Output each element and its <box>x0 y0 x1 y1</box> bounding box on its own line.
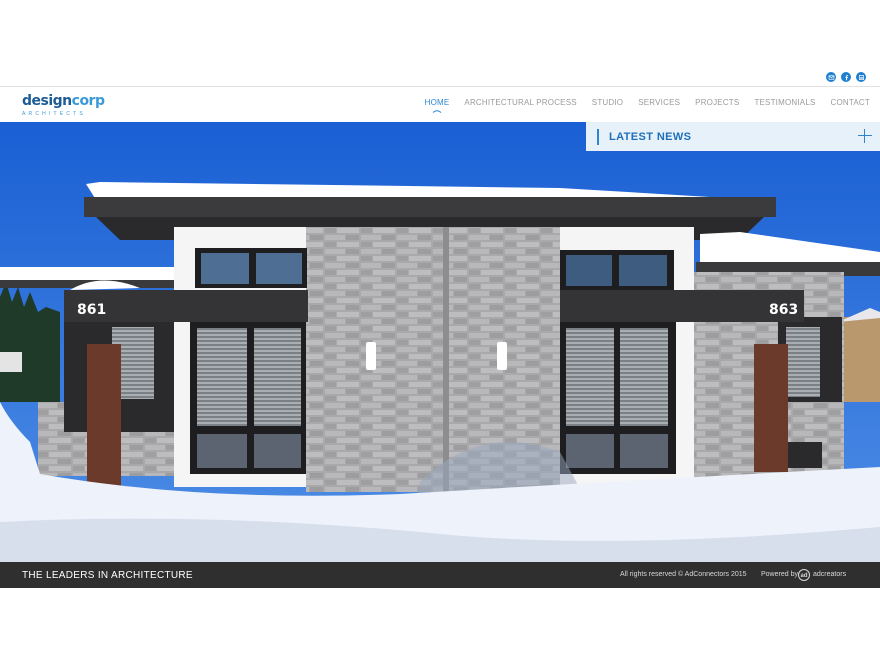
linkedin-icon[interactable] <box>856 72 866 82</box>
nav-item-contact[interactable]: CONTACT <box>831 98 870 107</box>
logo-word-corp: corp <box>71 93 105 109</box>
latest-news-label: LATEST NEWS <box>609 131 692 143</box>
hero-image: 861 863 <box>0 122 880 562</box>
site-header: designcorp ARCHITECTS HOME ARCHITECTURAL… <box>0 86 880 123</box>
hero-house-illustration: 861 863 <box>0 122 880 562</box>
email-icon[interactable] <box>826 72 836 82</box>
nav-label-projects: PROJECTS <box>695 98 740 107</box>
adcreators-logo-icon[interactable]: ad <box>798 569 810 581</box>
footer-copyright: All rights reserved © AdConnectors 2015 <box>620 571 747 578</box>
nav-label-contact: CONTACT <box>830 98 870 107</box>
house-number-863: 863 <box>769 302 798 318</box>
logo-subtitle: ARCHITECTS <box>22 111 86 117</box>
nav-item-testimonials[interactable]: TESTIMONIALS <box>754 98 815 107</box>
house-number-861: 861 <box>77 302 106 318</box>
nav-item-services[interactable]: SERVICES <box>638 98 680 107</box>
main-nav: HOME ARCHITECTURAL PROCESS STUDIO SERVIC… <box>424 98 870 113</box>
nav-item-projects[interactable]: PROJECTS <box>695 98 739 107</box>
nav-label-home: HOME <box>424 98 450 107</box>
logo[interactable]: designcorp ARCHITECTS <box>22 93 105 117</box>
nav-label-testimonials: TESTIMONIALS <box>754 98 816 107</box>
nav-label-architectural-process: ARCHITECTURAL PROCESS <box>464 98 577 107</box>
expand-plus-icon[interactable] <box>858 129 872 143</box>
nav-item-studio[interactable]: STUDIO <box>592 98 623 107</box>
logo-word-design: design <box>22 93 72 109</box>
active-caret-icon <box>432 110 442 113</box>
facebook-icon[interactable] <box>841 72 851 82</box>
footer-powered-by: Powered by <box>761 571 798 578</box>
site-footer: THE LEADERS IN ARCHITECTURE All rights r… <box>0 562 880 588</box>
footer-tagline: THE LEADERS IN ARCHITECTURE <box>22 570 193 581</box>
latest-news-panel[interactable]: LATEST NEWS <box>586 122 880 151</box>
news-accent-bar <box>597 129 599 145</box>
footer-brand[interactable]: adcreators <box>813 571 846 578</box>
nav-item-home[interactable]: HOME <box>424 98 450 113</box>
nav-label-studio: STUDIO <box>591 98 624 107</box>
nav-item-architectural-process[interactable]: ARCHITECTURAL PROCESS <box>464 98 576 107</box>
social-links <box>826 72 866 82</box>
nav-label-services: SERVICES <box>638 98 681 107</box>
